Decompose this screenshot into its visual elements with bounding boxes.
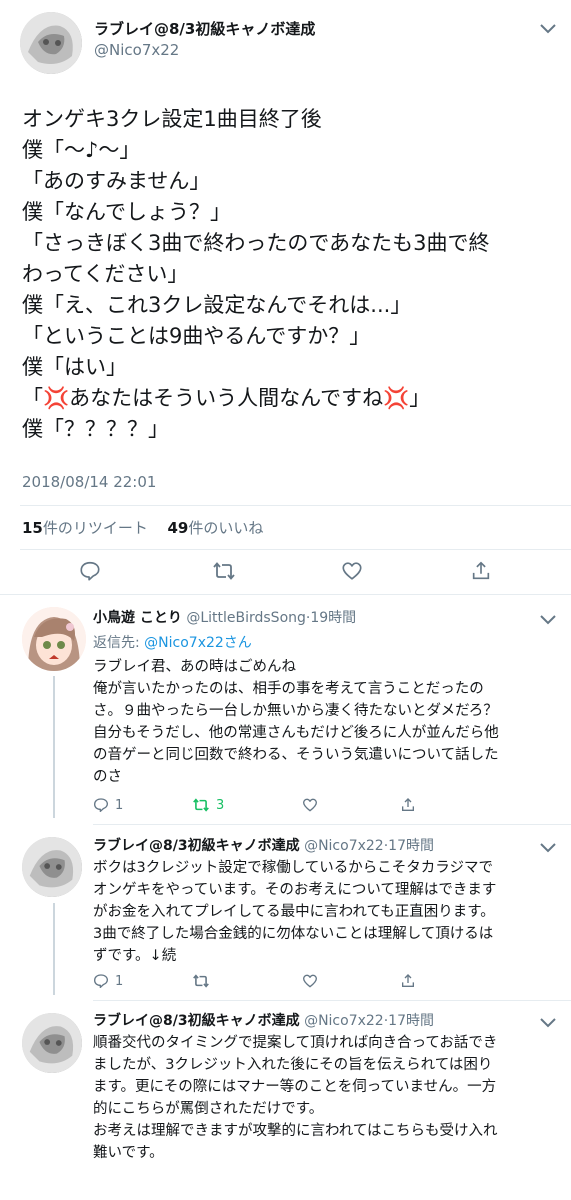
tweet-line: 「💢あなたはそういう人間なんですね💢」	[22, 386, 431, 410]
reply-to: 返信先: @Nico7x22さん	[93, 632, 252, 652]
thread-line	[53, 903, 55, 995]
share-icon	[402, 974, 414, 987]
tweet-line: 自分もそうだし、他の常連さんもだけど後ろに人が並んだら他	[93, 725, 499, 741]
retweet-button[interactable]	[212, 560, 236, 582]
tweet-line: わってください」	[22, 262, 189, 286]
avatar[interactable]	[20, 12, 82, 74]
tweet-line: 「ということは9曲やるんですか？」	[22, 324, 371, 348]
divider	[93, 1000, 571, 1001]
chevron-down-icon[interactable]	[540, 18, 556, 39]
retweet-count: 3	[216, 797, 225, 813]
tweet-line: のさ	[93, 769, 122, 785]
like-button[interactable]	[302, 973, 318, 989]
tweet-line: 僕「なんでしょう？」	[22, 200, 231, 224]
retweet-count[interactable]: 15	[22, 519, 43, 537]
avatar[interactable]	[22, 1013, 82, 1073]
display-name[interactable]: 小鳥遊 ことり	[93, 610, 182, 626]
chevron-down-icon[interactable]	[540, 1012, 556, 1033]
avatar[interactable]	[22, 607, 86, 671]
like-icon	[303, 974, 317, 988]
tweet-line: 的にこちらが罵倒されただけです。	[93, 1101, 324, 1117]
tweet-line: お考えは理解できますが攻撃的に言われてはこちらも受け入れ	[93, 1123, 498, 1139]
divider	[20, 505, 571, 506]
tweet-line: 難いです。	[93, 1145, 164, 1161]
tweet-line: 僕「え、これ3クレ設定なんでそれは...」	[22, 293, 412, 317]
retweet-button[interactable]	[192, 973, 210, 989]
handle[interactable]: @LittleBirdsSong	[186, 610, 306, 626]
handle[interactable]: @Nico7x22	[304, 838, 384, 854]
retweet-icon	[193, 974, 209, 988]
reply-to-label: 返信先:	[93, 635, 140, 651]
share-icon	[472, 561, 490, 580]
tweet-line: ます。更にその際にはマナー等のことを伺っていません。一方	[93, 1079, 497, 1095]
tweet-line: 順番交代のタイミングで提案して頂ければ向き合ってお話でき	[93, 1035, 498, 1051]
reply-text: ボクは3クレジット設定で稼働しているからこそタカラジマで オンゲキをやっています…	[93, 857, 496, 967]
reply-time[interactable]: 17時間	[388, 1013, 434, 1029]
reply-time[interactable]: 19時間	[310, 610, 356, 626]
tweet-line: 僕「はい」	[22, 355, 127, 379]
tweet-line: 3曲で終了した場合金銭的に勿体ないことは理解して頂けるは	[93, 926, 494, 942]
reply-to-mention[interactable]: @Nico7x22さん	[144, 635, 252, 651]
divider	[93, 824, 571, 825]
chevron-down-icon[interactable]	[540, 837, 556, 858]
tweet-line: オンゲキ3クレ設定1曲目終了後	[22, 107, 322, 131]
reply-count: 1	[115, 797, 124, 813]
tweet-line: 俺が言いたかったのは、相手の事を考えて言うことだったの	[93, 681, 484, 697]
reply-count: 1	[115, 973, 124, 989]
chevron-down-icon[interactable]	[540, 609, 556, 630]
retweet-icon	[193, 798, 209, 812]
tweet-line: 「あのすみません」	[22, 169, 211, 193]
like-button[interactable]	[341, 560, 363, 582]
tweet-line: オンゲキをやっています。そのお考えについて理解はできます	[93, 882, 497, 898]
reply-text: ラブレイ君、あの時はごめんね 俺が言いたかったのは、相手の事を考えて言うことだっ…	[93, 656, 499, 788]
reply-button[interactable]	[79, 560, 101, 582]
share-button[interactable]	[470, 560, 492, 582]
avatar[interactable]	[22, 837, 82, 897]
tweet-line: 僕「〜♪〜」	[22, 138, 141, 162]
tweet-line: ましたが、3クレジット入れた後にその旨を伝えられては困り	[93, 1057, 493, 1073]
divider	[20, 549, 571, 550]
retweet-button[interactable]: 3	[192, 797, 224, 813]
reply-header: ラブレイ@8/3初級キャノボ達成 @Nico7x22·17時間	[93, 838, 434, 854]
tweet-line: がお金を入れてプレイしてる最中に言われても正直困ります。	[93, 904, 495, 920]
engagement-stats: 15件のリツイート 49件のいいね	[22, 517, 263, 538]
reply-icon	[94, 974, 108, 988]
reply-button[interactable]: 1	[93, 797, 123, 813]
reply-icon	[94, 798, 108, 812]
reply-header: ラブレイ@8/3初級キャノボ達成 @Nico7x22·17時間	[93, 1013, 434, 1029]
thread-line	[53, 676, 55, 818]
reply-text: 順番交代のタイミングで提案して頂ければ向き合ってお話でき ましたが、3クレジット…	[93, 1032, 498, 1164]
handle[interactable]: @Nico7x22	[304, 1013, 384, 1029]
reply-time[interactable]: 17時間	[388, 838, 434, 854]
display-name[interactable]: ラブレイ@8/3初級キャノボ達成	[93, 1013, 300, 1029]
tweet-line: ずです。↓続	[93, 948, 177, 964]
reply-button[interactable]: 1	[93, 973, 123, 989]
tweet-line: 僕「？？？？」	[22, 417, 169, 441]
tweet-timestamp[interactable]: 2018/08/14 22:01	[22, 473, 156, 491]
like-icon	[342, 562, 362, 580]
retweet-icon	[213, 562, 235, 580]
like-button[interactable]	[302, 797, 318, 813]
share-button[interactable]	[400, 797, 416, 813]
tweet-line: ボクは3クレジット設定で稼働しているからこそタカラジマで	[93, 860, 493, 876]
retweet-count-label[interactable]: 件のリツイート	[43, 519, 148, 537]
handle[interactable]: @Nico7x22	[94, 41, 179, 59]
like-count-label[interactable]: 件のいいね	[188, 519, 263, 537]
share-icon	[402, 798, 414, 811]
like-count[interactable]: 49	[167, 519, 188, 537]
display-name[interactable]: ラブレイ@8/3初級キャノボ達成	[93, 838, 300, 854]
reply-header: 小鳥遊 ことり @LittleBirdsSong·19時間	[93, 610, 357, 626]
reply-icon	[80, 561, 100, 581]
share-button[interactable]	[400, 973, 416, 989]
tweet-line: ラブレイ君、あの時はごめんね	[93, 659, 296, 675]
divider	[0, 594, 571, 595]
display-name[interactable]: ラブレイ@8/3初級キャノボ達成	[94, 18, 315, 39]
tweet-text: オンゲキ3クレ設定1曲目終了後 僕「〜♪〜」 「あのすみません」 僕「なんでしょ…	[22, 104, 562, 445]
tweet-line: 「さっきぼく3曲で終わったのであなたも3曲で終	[22, 231, 490, 255]
tweet-line: さ。９曲やったら一台しか無いから凄く待たないとダメだろ？	[93, 703, 498, 719]
like-icon	[303, 798, 317, 812]
tweet-line: の音ゲーと同じ回数で終わる、そういう気遣いについて話した	[93, 747, 499, 763]
